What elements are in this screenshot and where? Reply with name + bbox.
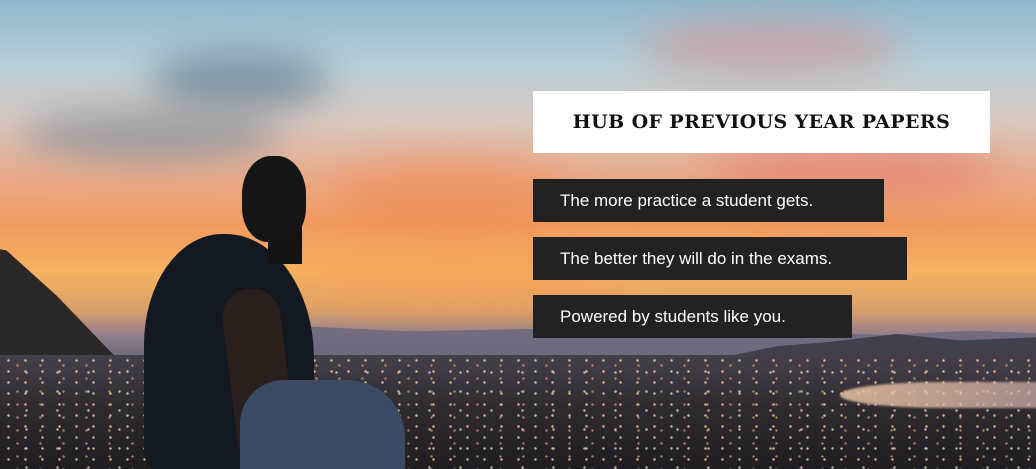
cloud bbox=[640, 20, 900, 75]
person-head bbox=[242, 156, 306, 242]
hero-title: HUB OF PREVIOUS YEAR PAPERS bbox=[572, 111, 951, 133]
bay-water bbox=[840, 382, 1036, 408]
tagline-2: The better they will do in the exams. bbox=[533, 237, 907, 280]
person-jeans bbox=[240, 380, 405, 469]
tagline-1: The more practice a student gets. bbox=[533, 179, 884, 222]
person-silhouette bbox=[120, 150, 440, 469]
hero-banner: HUB OF PREVIOUS YEAR PAPERS The more pra… bbox=[0, 0, 1036, 469]
tagline-3: Powered by students like you. bbox=[533, 295, 852, 338]
hero-title-box: HUB OF PREVIOUS YEAR PAPERS bbox=[533, 91, 990, 153]
cloud bbox=[150, 50, 330, 110]
